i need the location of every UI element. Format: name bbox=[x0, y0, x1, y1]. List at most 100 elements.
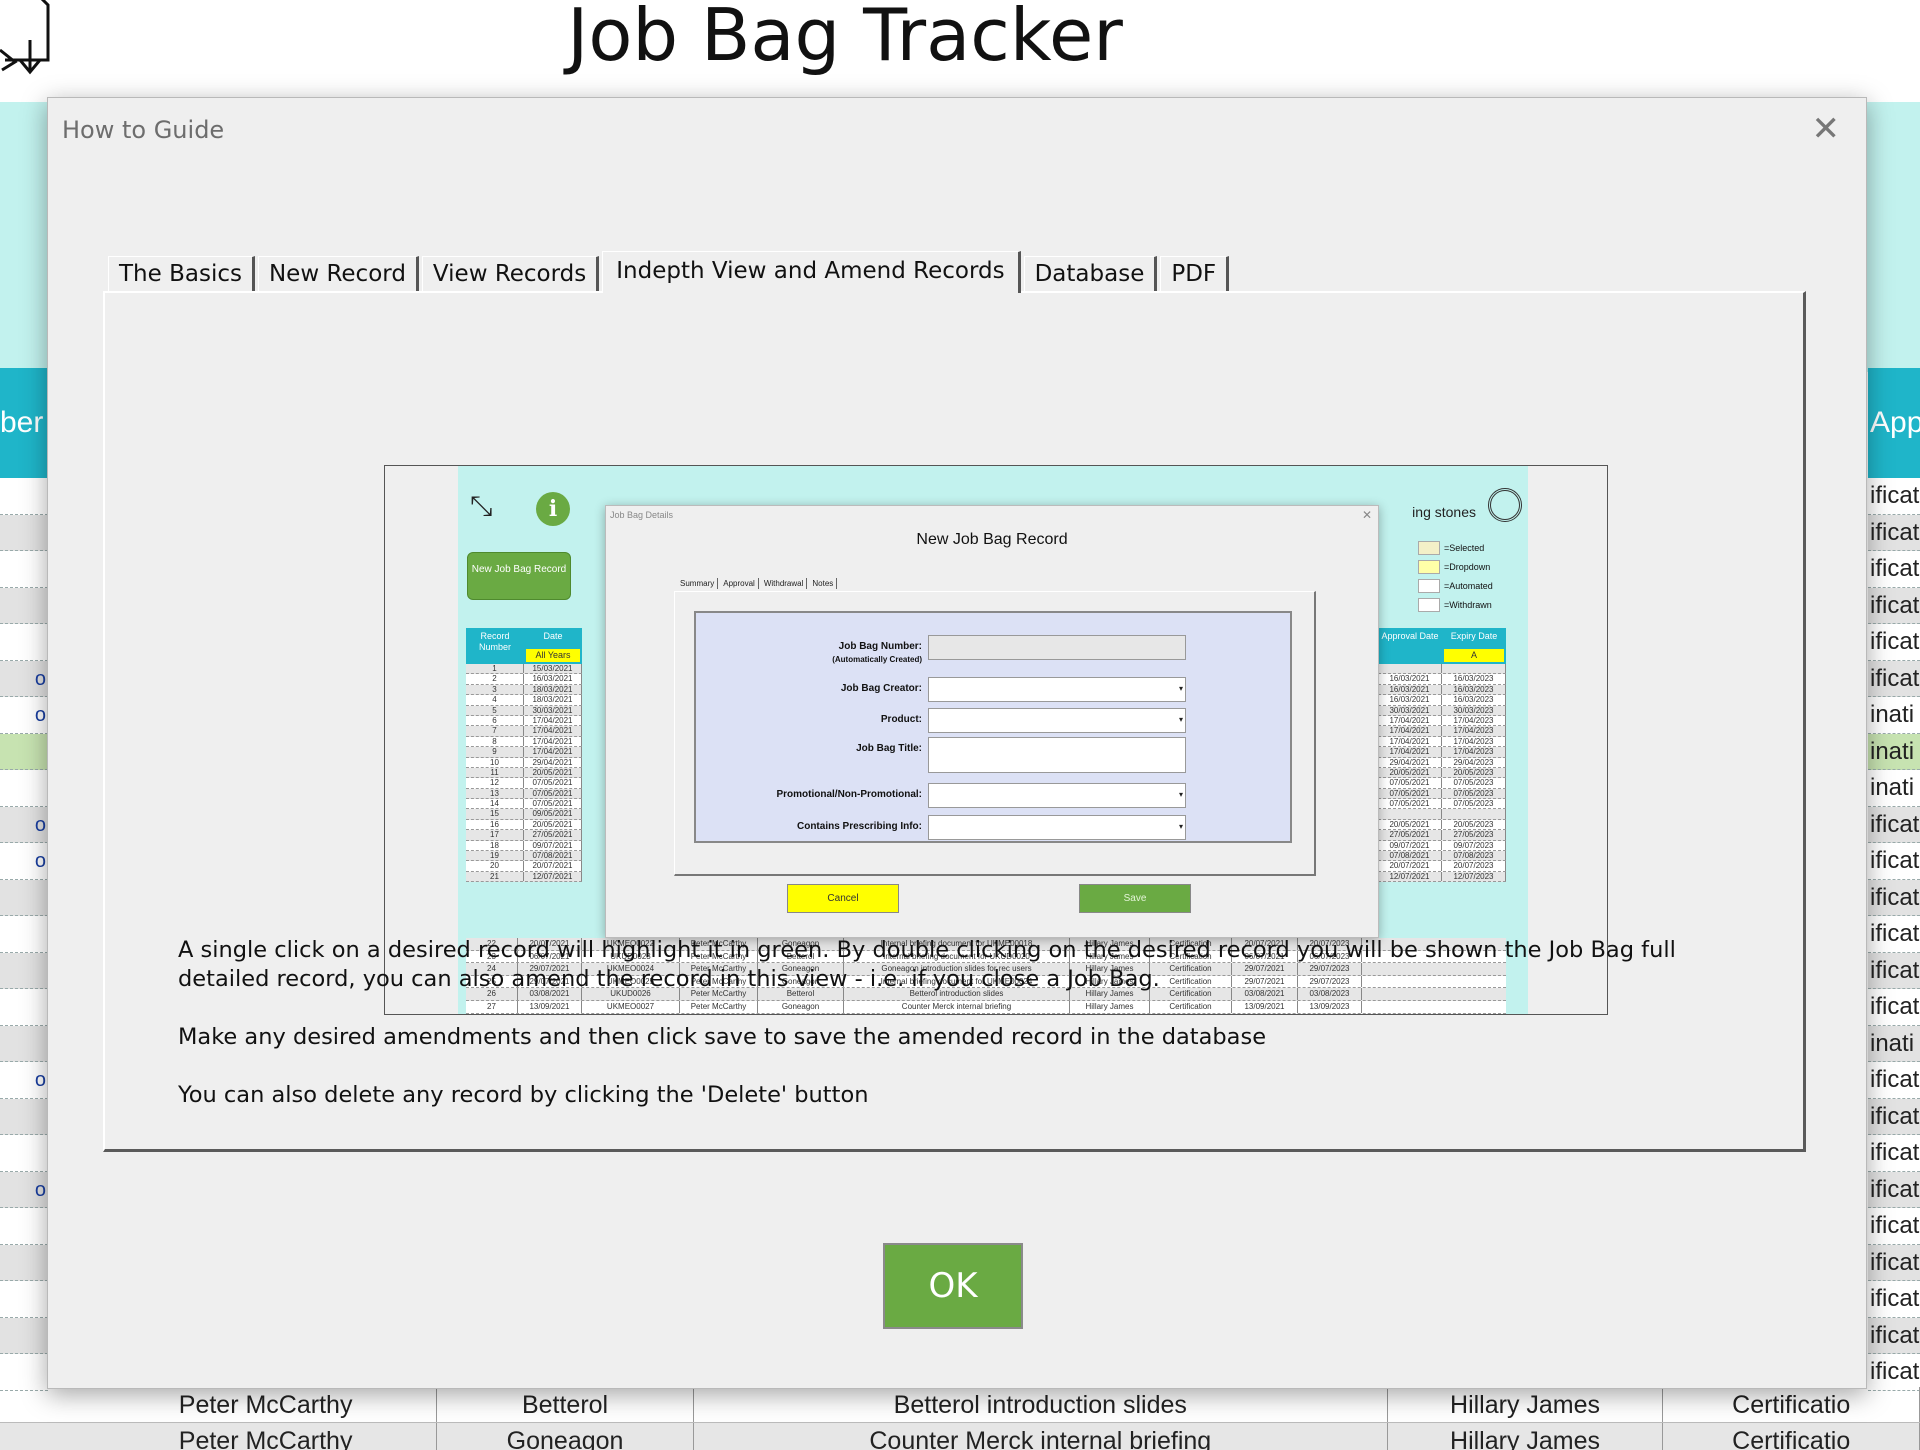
table-row-left[interactable] bbox=[0, 1098, 48, 1135]
table-row-left[interactable] bbox=[0, 1208, 48, 1245]
table-row-right[interactable]: inati bbox=[1868, 697, 1920, 734]
table-row-left[interactable] bbox=[0, 551, 48, 588]
table-row-left[interactable] bbox=[0, 770, 48, 807]
instructions-text: A single click on a desired record will … bbox=[178, 936, 1738, 1139]
table-row-left[interactable] bbox=[0, 1025, 48, 1062]
table-row-right[interactable]: ificati bbox=[1868, 1244, 1920, 1281]
form-field: Job Bag Creator: ▾ bbox=[696, 675, 1294, 703]
tab-indepth-view-and-amend-records[interactable]: Indepth View and Amend Records bbox=[602, 251, 1021, 293]
table-row-right[interactable]: ificati bbox=[1868, 514, 1920, 551]
table-row[interactable]: Peter McCarthy Goneagon Counter Merck inte… bbox=[0, 1423, 1920, 1450]
table-row-left[interactable] bbox=[0, 952, 48, 989]
mini-table-row: 20/05/2021 20/05/2023 bbox=[1378, 767, 1506, 779]
table-row-right[interactable]: ificati bbox=[1868, 587, 1920, 624]
table-row-right[interactable]: ificati bbox=[1868, 1135, 1920, 1172]
table-row-left[interactable] bbox=[0, 478, 48, 515]
mini-cell: 18/03/2021 bbox=[524, 684, 582, 695]
mini-cell: 18 bbox=[466, 840, 524, 851]
legend: =Selected =Dropdown =Automated =Withdrawn bbox=[1418, 538, 1493, 614]
table-row-left[interactable]: o bbox=[0, 806, 48, 843]
tab-new-record[interactable]: New Record bbox=[257, 256, 419, 292]
table-row-right[interactable]: ificati bbox=[1868, 1208, 1920, 1245]
table-row-left[interactable]: o bbox=[0, 1171, 48, 1208]
ok-button[interactable]: OK bbox=[883, 1243, 1023, 1329]
table-row-right[interactable]: ificati bbox=[1868, 989, 1920, 1026]
table-row-right[interactable]: ificati bbox=[1868, 916, 1920, 953]
table-row-left[interactable] bbox=[0, 624, 48, 661]
table-row-left[interactable]: o bbox=[0, 1062, 48, 1099]
form-field-label: Job Bag Title: bbox=[856, 743, 922, 754]
table-row-right[interactable]: ificati bbox=[1868, 624, 1920, 661]
table-row-right[interactable]: ificati bbox=[1868, 843, 1920, 880]
form-field: Contains Prescribing Info: ▾ bbox=[696, 813, 1294, 841]
job-bag-details-dialog: Job Bag Details ✕ New Job Bag Record Sum… bbox=[605, 505, 1379, 938]
table-row-right[interactable]: inati bbox=[1868, 1025, 1920, 1062]
tab-database[interactable]: Database bbox=[1023, 256, 1158, 292]
mini-table-row: 20/05/2021 20/05/2023 bbox=[1378, 819, 1506, 831]
close-icon[interactable]: ✕ bbox=[1812, 112, 1841, 146]
table-row-right[interactable]: ificati bbox=[1868, 1062, 1920, 1099]
table-row-right[interactable]: inati bbox=[1868, 770, 1920, 807]
chevron-down-icon: ▾ bbox=[1178, 715, 1183, 724]
table-row-left[interactable] bbox=[0, 989, 48, 1026]
table-row-left[interactable] bbox=[0, 1244, 48, 1281]
mini-cell: 9 bbox=[466, 747, 524, 757]
table-row-left[interactable]: o bbox=[0, 843, 48, 880]
table-row-right[interactable]: ificati bbox=[1868, 660, 1920, 697]
mini-cell: 1 bbox=[466, 664, 524, 674]
table-row-right[interactable]: ificati bbox=[1868, 1281, 1920, 1318]
legend-item: =Automated bbox=[1418, 576, 1493, 595]
mini-cell: 20 bbox=[466, 861, 524, 871]
table-row-left[interactable] bbox=[0, 916, 48, 953]
mini-table-row: 8 17/04/2021 bbox=[466, 736, 582, 748]
table-row-right[interactable]: ificati bbox=[1868, 551, 1920, 588]
table-row-left[interactable] bbox=[0, 587, 48, 624]
tab-pdf[interactable]: PDF bbox=[1160, 256, 1230, 292]
mini-table-row: 16/03/2021 16/03/2023 bbox=[1378, 674, 1506, 685]
mini-table-row: 1 15/03/2021 bbox=[466, 664, 582, 675]
table-row-left[interactable] bbox=[0, 514, 48, 551]
table-row-right[interactable]: ificati bbox=[1868, 806, 1920, 843]
table-row-right[interactable]: ificati bbox=[1868, 952, 1920, 989]
form-field: Job Bag Title: bbox=[696, 735, 1294, 773]
table-row-left[interactable]: o bbox=[0, 660, 48, 697]
table-row-left[interactable] bbox=[0, 733, 48, 770]
form-tab: Notes bbox=[809, 578, 838, 589]
mini-table-row: 07/05/2021 07/05/2023 bbox=[1378, 778, 1506, 789]
new-record-button: New Job Bag Record bbox=[467, 552, 571, 600]
mini-table-row: 18 09/07/2021 bbox=[466, 840, 582, 852]
form-field: Promotional/Non-Promotional: ▾ bbox=[696, 781, 1294, 809]
mini-table-row: 9 17/04/2021 bbox=[466, 747, 582, 758]
mini-table-row: 20/07/2021 20/07/2023 bbox=[1378, 861, 1506, 872]
table-row-right[interactable]: ificati bbox=[1868, 879, 1920, 916]
table-row[interactable]: Peter McCarthy Betterol Betterol introduct… bbox=[0, 1387, 1920, 1423]
mini-cell: 16/03/2023 bbox=[1442, 674, 1506, 684]
table-row-left[interactable] bbox=[0, 1317, 48, 1354]
mini-table-row bbox=[1378, 664, 1506, 675]
how-to-guide-dialog: How to Guide ✕ The Basics New Record View … bbox=[47, 97, 1867, 1389]
table-row-left[interactable] bbox=[0, 1135, 48, 1172]
mini-table-row: 7 17/04/2021 bbox=[466, 726, 582, 737]
table-row-right[interactable]: ificati bbox=[1868, 1098, 1920, 1135]
tab-view-records[interactable]: View Records bbox=[421, 256, 600, 292]
legend-swatch bbox=[1418, 540, 1440, 555]
form-tab: Summary bbox=[677, 578, 719, 589]
table-row-left[interactable] bbox=[0, 879, 48, 916]
table-cell: Certificatio bbox=[1663, 1423, 1920, 1450]
mini-cell: 12/07/2023 bbox=[1442, 871, 1506, 882]
form-field-input: ▾ bbox=[928, 783, 1186, 808]
table-row-left[interactable] bbox=[0, 1354, 48, 1391]
table-row-left[interactable]: o bbox=[0, 697, 48, 734]
mini-cell: 09/07/2023 bbox=[1442, 840, 1506, 851]
form-tab: Approval bbox=[720, 578, 759, 589]
table-row-right[interactable]: ificati bbox=[1868, 478, 1920, 515]
table-row-right[interactable]: inati bbox=[1868, 733, 1920, 770]
table-row-right[interactable]: ificati bbox=[1868, 1171, 1920, 1208]
legend-label: =Automated bbox=[1444, 580, 1493, 591]
form-field-input: ▾ bbox=[928, 815, 1186, 840]
mini-cell: 17/04/2023 bbox=[1442, 736, 1506, 747]
tab-the-basics[interactable]: The Basics bbox=[108, 256, 255, 292]
table-row-right[interactable]: ificati bbox=[1868, 1317, 1920, 1354]
table-row-right[interactable]: ificati bbox=[1868, 1354, 1920, 1391]
table-row-left[interactable] bbox=[0, 1281, 48, 1318]
